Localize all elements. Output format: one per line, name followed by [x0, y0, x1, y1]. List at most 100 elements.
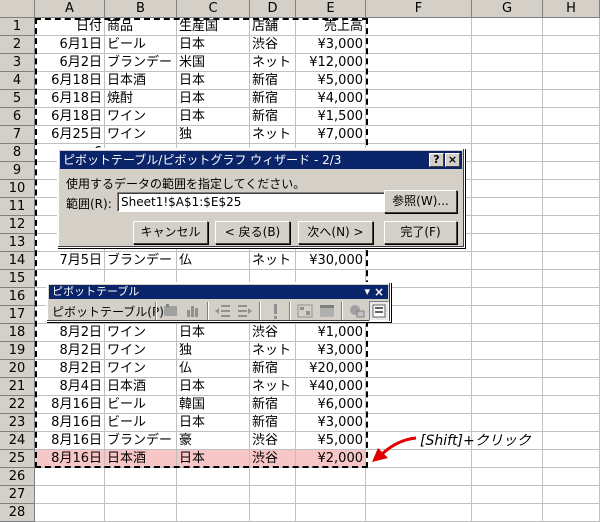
hide-detail-icon[interactable]: [213, 301, 233, 321]
cell-h20[interactable]: [543, 360, 600, 378]
cell-e26[interactable]: [296, 468, 366, 486]
cell-f4[interactable]: [366, 72, 472, 90]
cell-c7[interactable]: 独: [177, 126, 250, 144]
cell-d3[interactable]: ネット: [250, 54, 296, 72]
cell-b4[interactable]: 日本酒: [105, 72, 177, 90]
cell-g8[interactable]: [472, 144, 543, 162]
row-header[interactable]: 17: [0, 306, 35, 324]
cell-b24[interactable]: ブランデー: [105, 432, 177, 450]
row-header[interactable]: 22: [0, 396, 35, 414]
cell-d28[interactable]: [250, 504, 296, 522]
cell-d26[interactable]: [250, 468, 296, 486]
cell-g21[interactable]: [472, 378, 543, 396]
cell-h4[interactable]: [543, 72, 600, 90]
cell-e18[interactable]: ¥1,000: [296, 324, 366, 342]
row-header[interactable]: 23: [0, 414, 35, 432]
row-header[interactable]: 12: [0, 216, 35, 234]
cell-c25[interactable]: 日本: [177, 450, 250, 468]
cell-f14[interactable]: [366, 252, 472, 270]
cell-b23[interactable]: ビール: [105, 414, 177, 432]
cell-b2[interactable]: ビール: [105, 36, 177, 54]
cell-e19[interactable]: ¥3,000: [296, 342, 366, 360]
cell-d23[interactable]: 新宿: [250, 414, 296, 432]
cell-d20[interactable]: 新宿: [250, 360, 296, 378]
cell-g4[interactable]: [472, 72, 543, 90]
next-button[interactable]: 次へ(N) >: [298, 221, 373, 244]
cell-f3[interactable]: [366, 54, 472, 72]
cell-h14[interactable]: [543, 252, 600, 270]
pivot-menu-button[interactable]: ピボットテーブル(P)▾: [52, 303, 170, 320]
cell-g27[interactable]: [472, 486, 543, 504]
cell-c27[interactable]: [177, 486, 250, 504]
cell-a24[interactable]: 8月16日: [35, 432, 105, 450]
column-header-a[interactable]: A: [35, 0, 105, 18]
cell-h28[interactable]: [543, 504, 600, 522]
cell-a14[interactable]: 7月5日: [35, 252, 105, 270]
row-header[interactable]: 14: [0, 252, 35, 270]
cell-e28[interactable]: [296, 504, 366, 522]
cell-g1[interactable]: [472, 18, 543, 36]
cell-g12[interactable]: [472, 216, 543, 234]
include-hidden-items-icon[interactable]: [317, 301, 337, 321]
row-header[interactable]: 4: [0, 72, 35, 90]
row-header[interactable]: 5: [0, 90, 35, 108]
cell-e22[interactable]: ¥6,000: [296, 396, 366, 414]
cell-f6[interactable]: [366, 108, 472, 126]
cell-a25[interactable]: 8月16日: [35, 450, 105, 468]
toolbar-close-icon[interactable]: ×: [374, 285, 384, 299]
cell-a19[interactable]: 8月2日: [35, 342, 105, 360]
cell-g11[interactable]: [472, 198, 543, 216]
row-header[interactable]: 15: [0, 270, 35, 288]
cell-a27[interactable]: [35, 486, 105, 504]
cell-c21[interactable]: 日本: [177, 378, 250, 396]
cell-e24[interactable]: ¥5,000: [296, 432, 366, 450]
column-header-b[interactable]: B: [105, 0, 177, 18]
cell-g16[interactable]: [472, 288, 543, 306]
cell-b22[interactable]: ビール: [105, 396, 177, 414]
cell-b18[interactable]: ワイン: [105, 324, 177, 342]
cell-c19[interactable]: 独: [177, 342, 250, 360]
cell-e1[interactable]: 売上高: [296, 18, 366, 36]
cell-d1[interactable]: 店舗: [250, 18, 296, 36]
cell-b1[interactable]: 商品: [105, 18, 177, 36]
cell-h15[interactable]: [543, 270, 600, 288]
row-header[interactable]: 27: [0, 486, 35, 504]
cell-d7[interactable]: ネット: [250, 126, 296, 144]
cell-d25[interactable]: 渋谷: [250, 450, 296, 468]
cell-g26[interactable]: [472, 468, 543, 486]
cell-a1[interactable]: 日付: [35, 18, 105, 36]
cell-h26[interactable]: [543, 468, 600, 486]
row-header[interactable]: 18: [0, 324, 35, 342]
cell-a3[interactable]: 6月2日: [35, 54, 105, 72]
cell-f21[interactable]: [366, 378, 472, 396]
cell-e27[interactable]: [296, 486, 366, 504]
cell-g18[interactable]: [472, 324, 543, 342]
cell-h5[interactable]: [543, 90, 600, 108]
cell-d24[interactable]: 渋谷: [250, 432, 296, 450]
cell-h8[interactable]: [543, 144, 600, 162]
cell-h1[interactable]: [543, 18, 600, 36]
cell-d27[interactable]: [250, 486, 296, 504]
cell-e2[interactable]: ¥3,000: [296, 36, 366, 54]
cell-g17[interactable]: [472, 306, 543, 324]
cell-a4[interactable]: 6月18日: [35, 72, 105, 90]
cell-f28[interactable]: [366, 504, 472, 522]
row-header[interactable]: 13: [0, 234, 35, 252]
cell-f7[interactable]: [366, 126, 472, 144]
row-header[interactable]: 9: [0, 162, 35, 180]
cell-g22[interactable]: [472, 396, 543, 414]
cell-d6[interactable]: 新宿: [250, 108, 296, 126]
toolbar-options-icon[interactable]: ▾: [364, 285, 370, 299]
row-header[interactable]: 16: [0, 288, 35, 306]
cell-d5[interactable]: 新宿: [250, 90, 296, 108]
cell-f1[interactable]: [366, 18, 472, 36]
cell-c1[interactable]: 生産国: [177, 18, 250, 36]
row-header[interactable]: 10: [0, 180, 35, 198]
cell-g20[interactable]: [472, 360, 543, 378]
cell-g10[interactable]: [472, 180, 543, 198]
cell-g28[interactable]: [472, 504, 543, 522]
cell-g9[interactable]: [472, 162, 543, 180]
cell-h11[interactable]: [543, 198, 600, 216]
column-header-f[interactable]: F: [366, 0, 472, 18]
field-settings-icon[interactable]: [295, 301, 315, 321]
